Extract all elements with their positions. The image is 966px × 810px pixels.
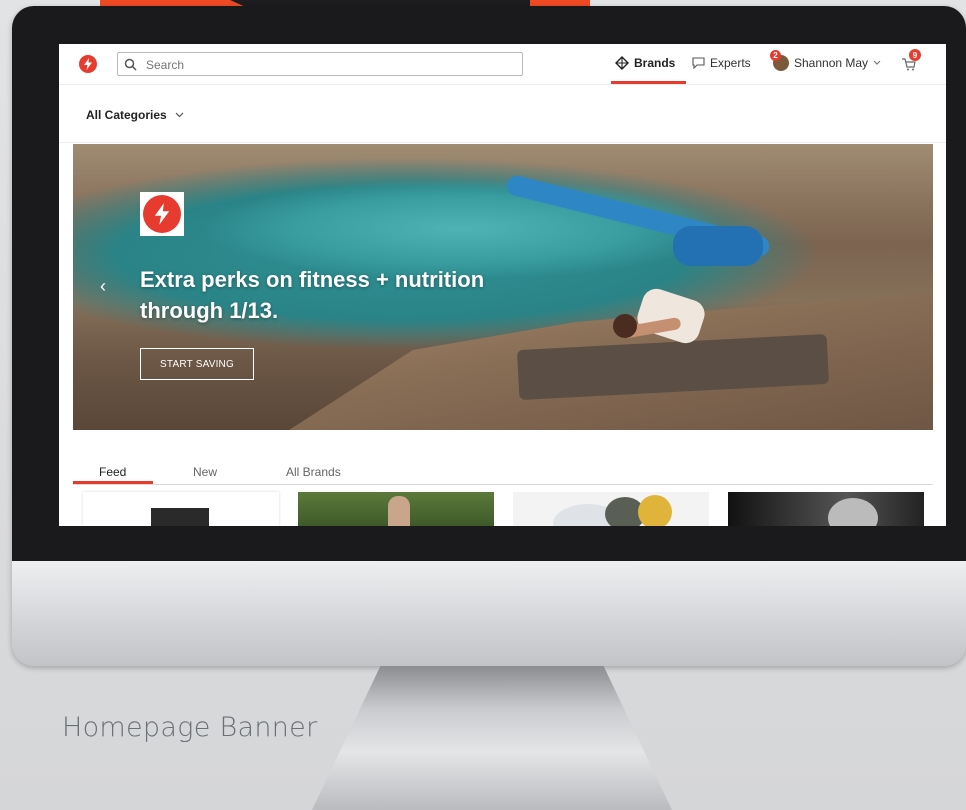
monitor: Brands Experts 2 Shannon May 9 — [12, 6, 966, 666]
carousel-prev-arrow-icon[interactable]: ‹ — [100, 276, 106, 297]
start-saving-button[interactable]: START SAVING — [140, 348, 254, 380]
nav-brands-label: Brands — [634, 55, 676, 70]
screen: Brands Experts 2 Shannon May 9 — [59, 44, 946, 526]
nav-experts[interactable]: Experts — [692, 56, 751, 70]
monitor-bezel: Brands Experts 2 Shannon May 9 — [12, 6, 966, 561]
chevron-down-icon — [175, 112, 184, 118]
search-input[interactable] — [144, 55, 518, 75]
user-name: Shannon May — [794, 56, 869, 70]
search-icon — [124, 58, 137, 71]
caption: Homepage Banner — [62, 712, 318, 743]
tab-feed[interactable]: Feed — [99, 465, 126, 479]
nav-brands[interactable]: Brands — [611, 44, 686, 84]
cart-button[interactable]: 9 — [901, 49, 921, 77]
top-navigation-bar: Brands Experts 2 Shannon May 9 — [59, 44, 946, 85]
hero-figure-hips — [673, 226, 763, 266]
user-menu[interactable]: 2 Shannon May — [770, 50, 881, 71]
all-categories-dropdown[interactable]: All Categories — [86, 108, 184, 122]
cart-badge: 9 — [909, 49, 921, 61]
feed-card[interactable] — [298, 492, 494, 526]
feed-card[interactable] — [513, 492, 709, 526]
notification-badge: 2 — [770, 50, 781, 61]
monitor-chin — [12, 561, 966, 666]
active-tab-indicator — [73, 481, 153, 484]
hero-figure-head — [613, 314, 637, 338]
avatar: 2 — [770, 50, 789, 71]
brand-logo-icon[interactable] — [79, 55, 97, 73]
category-label: All Categories — [86, 108, 167, 122]
nav-experts-label: Experts — [710, 56, 751, 70]
feed-tabs: Feed New All Brands — [73, 462, 933, 485]
hero-title: Extra perks on fitness + nutrition throu… — [140, 267, 485, 323]
brands-icon — [615, 55, 629, 70]
chevron-down-icon — [873, 60, 881, 65]
search-box — [117, 52, 523, 76]
feed-cards — [83, 492, 928, 526]
hero-banner[interactable]: ‹ Extra perks on fitness + nutrition thr… — [73, 144, 933, 430]
category-bar: All Categories — [59, 84, 946, 143]
chat-bubble-icon — [692, 57, 705, 69]
hero-brand-logo-icon — [140, 192, 184, 236]
feed-card[interactable] — [728, 492, 924, 526]
tab-new[interactable]: New — [193, 465, 217, 479]
tab-all-brands[interactable]: All Brands — [286, 465, 341, 479]
feed-card[interactable] — [83, 492, 279, 526]
